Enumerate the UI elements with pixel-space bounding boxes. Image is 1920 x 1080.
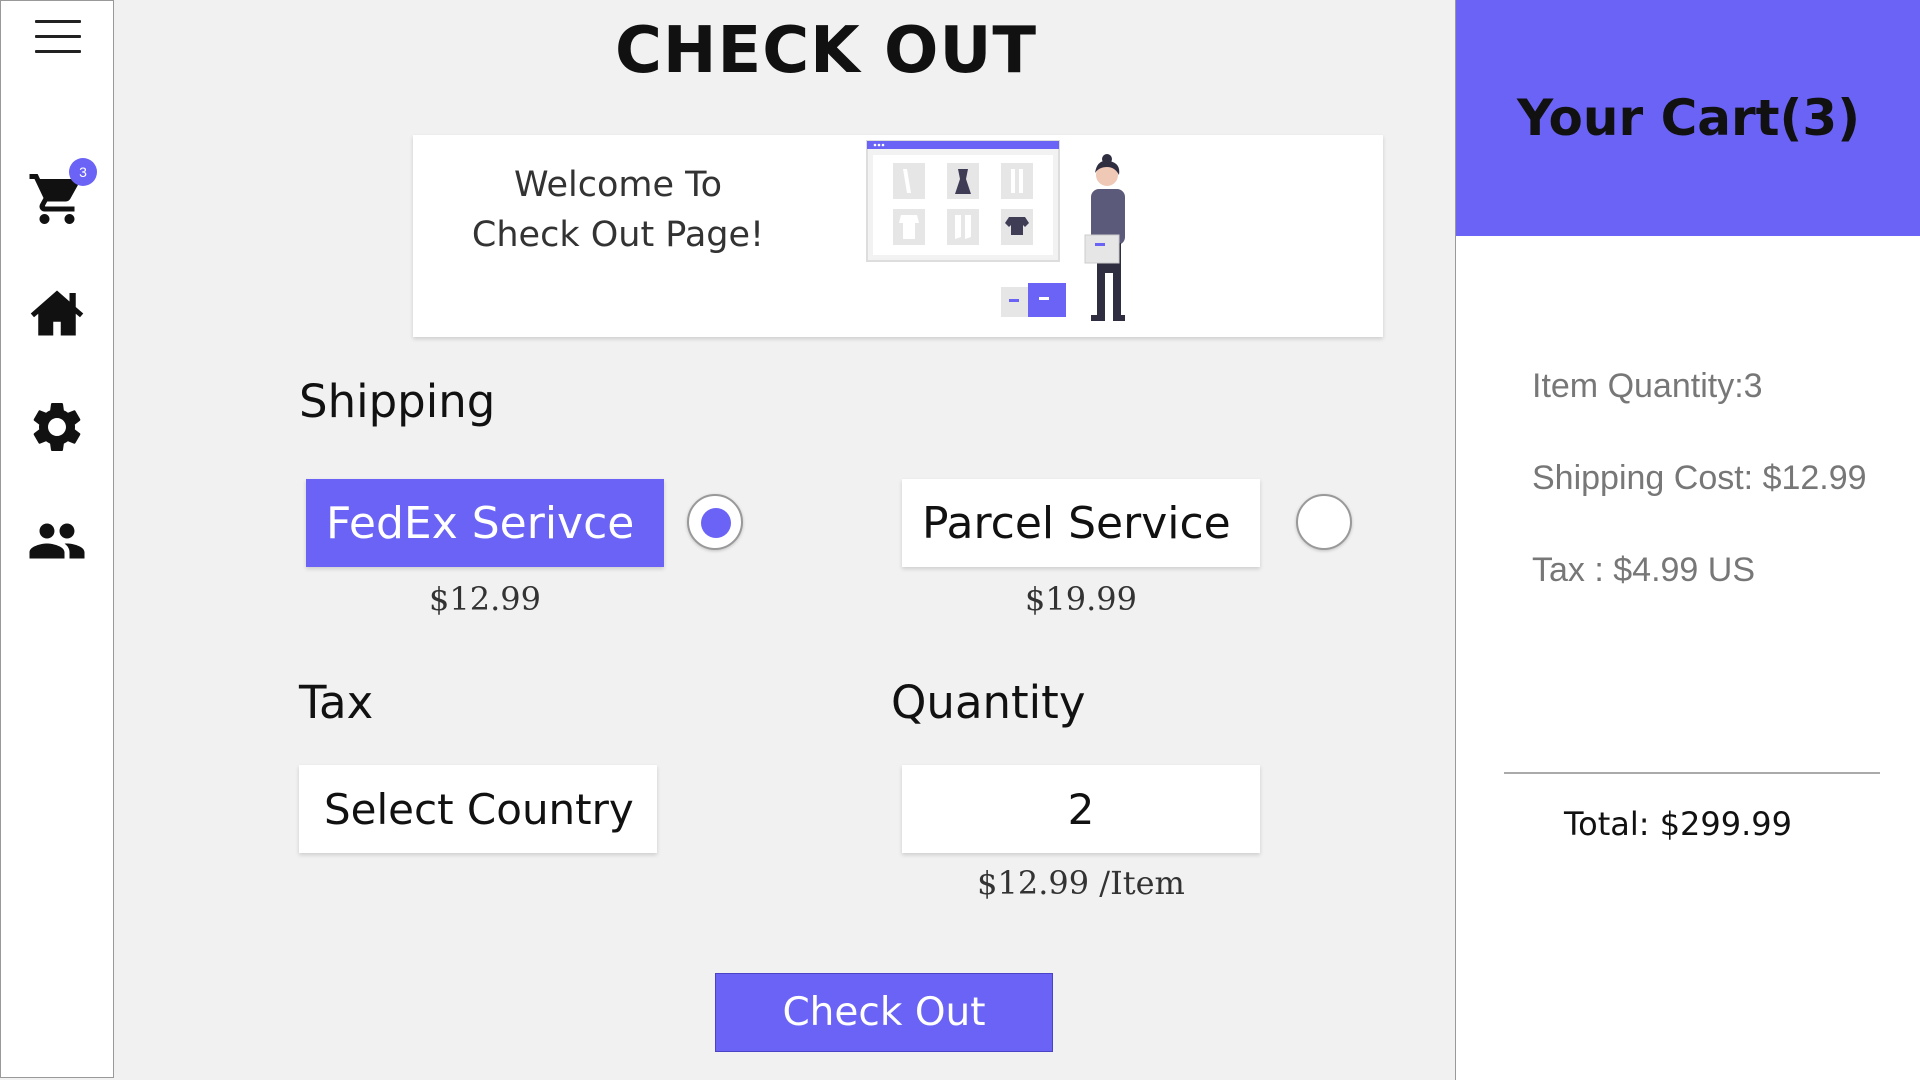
cart-header: Your Cart(3) (1456, 0, 1920, 236)
fedex-service-option[interactable]: FedEx Serivce (306, 479, 664, 567)
menu-icon[interactable] (35, 20, 81, 53)
cart-tax: Tax : $4.99 US (1532, 551, 1756, 589)
cart-shipping-cost: Shipping Cost: $12.99 (1532, 459, 1867, 497)
fedex-price: $12.99 (429, 580, 541, 618)
banner-text: Welcome To Check Out Page! (453, 160, 783, 260)
tax-heading: Tax (299, 676, 374, 729)
country-select[interactable]: Select Country (299, 765, 657, 853)
gear-icon[interactable] (27, 397, 87, 457)
quantity-heading: Quantity (891, 676, 1086, 729)
users-icon[interactable] (27, 511, 87, 571)
parcel-radio[interactable] (1296, 494, 1352, 550)
unit-price: $12.99 /Item (977, 864, 1185, 902)
checkout-button[interactable]: Check Out (715, 973, 1053, 1052)
welcome-banner: Welcome To Check Out Page! (413, 135, 1383, 337)
banner-line-1: Welcome To (513, 165, 723, 205)
cart-count-badge: 3 (69, 158, 97, 186)
cart-divider (1504, 772, 1880, 774)
quantity-input[interactable]: 2 (902, 765, 1260, 853)
home-icon[interactable] (27, 283, 87, 343)
left-sidebar: 3 (0, 0, 114, 1078)
checkout-main: CHECK OUT Welcome To Check Out Page! Shi… (114, 0, 1455, 1080)
parcel-service-option[interactable]: Parcel Service (902, 479, 1260, 567)
shipping-heading: Shipping (299, 375, 496, 428)
cart-title: Your Cart(3) (1516, 89, 1861, 147)
radio-selected-dot (701, 508, 731, 538)
cart-item-quantity: Item Quantity:3 (1532, 367, 1763, 405)
parcel-price: $19.99 (1025, 580, 1137, 618)
shopping-illustration (866, 140, 1125, 321)
cart-total: Total: $299.99 (1564, 805, 1793, 843)
fedex-radio[interactable] (687, 494, 743, 550)
banner-line-2: Check Out Page! (471, 215, 765, 255)
cart-panel: Your Cart(3) Item Quantity:3 Shipping Co… (1455, 0, 1920, 1080)
page-title: CHECK OUT (614, 14, 1038, 88)
